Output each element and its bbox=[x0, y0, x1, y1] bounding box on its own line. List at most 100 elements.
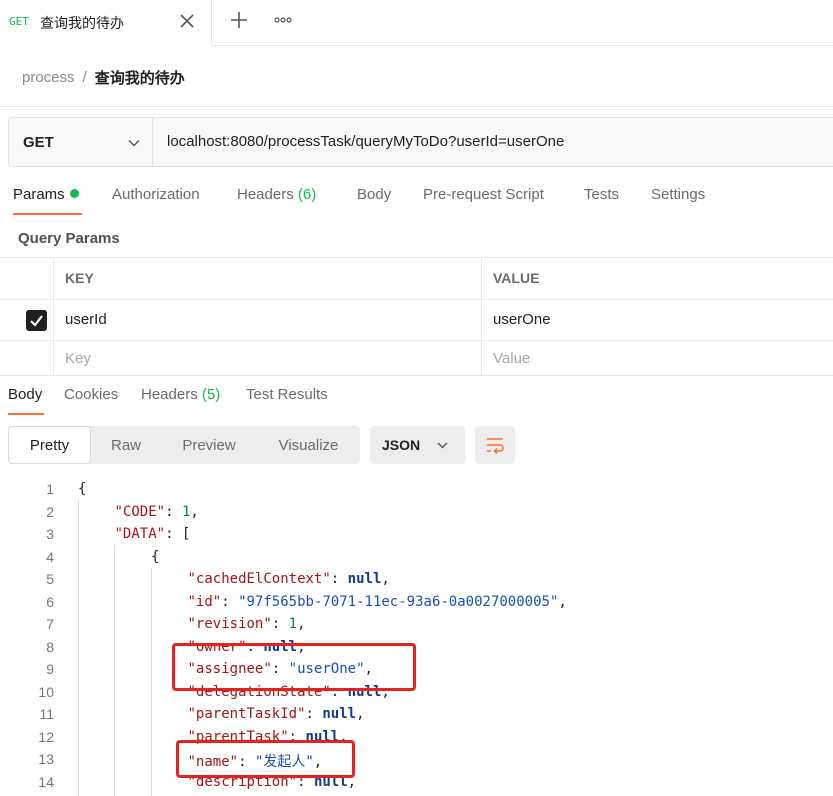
code-text: "cachedElContext": null, bbox=[188, 571, 390, 587]
code-token: "97f565bb-7071-11ec-93a6-0a0027000005" bbox=[238, 593, 559, 610]
request-tab-name: 查询我的待办 bbox=[40, 15, 124, 31]
code-line: 5 "cachedElContext": null, bbox=[0, 571, 833, 594]
response-active-tab-indicator bbox=[8, 413, 44, 415]
code-token: : bbox=[271, 616, 289, 632]
code-token: null bbox=[322, 706, 357, 722]
view-mode-group: Pretty Raw Preview Visualize bbox=[8, 426, 360, 464]
response-tab-test-results[interactable]: Test Results bbox=[246, 386, 328, 403]
code-line: 9 "assignee": "userOne", bbox=[0, 661, 833, 684]
table-row-empty: Key Value bbox=[0, 340, 833, 376]
code-text: "DATA": [ bbox=[115, 526, 191, 542]
tab-headers[interactable]: Headers (6) bbox=[237, 186, 316, 203]
code-token: 1 bbox=[288, 616, 298, 632]
http-method-select[interactable]: GET bbox=[9, 118, 153, 166]
code-token: { bbox=[78, 481, 87, 497]
url-input[interactable]: localhost:8080/processTask/queryMyToDo?u… bbox=[167, 133, 564, 150]
code-line: 14 "description": null, bbox=[0, 774, 833, 796]
code-line: 8 "owner": null, bbox=[0, 639, 833, 662]
wrap-lines-button[interactable] bbox=[475, 426, 515, 464]
line-number: 13 bbox=[38, 751, 54, 767]
param-key[interactable]: userId bbox=[65, 311, 107, 328]
response-tab-headers-label: Headers bbox=[141, 386, 198, 403]
code-token: "cachedElContext" bbox=[187, 571, 331, 587]
code-text: { bbox=[78, 481, 86, 497]
column-header-key: KEY bbox=[65, 270, 94, 286]
tab-pre-request-script[interactable]: Pre-request Script bbox=[423, 186, 544, 203]
code-token: : bbox=[305, 706, 323, 722]
code-token: "id" bbox=[187, 593, 222, 610]
view-preview-button[interactable]: Preview bbox=[161, 426, 257, 464]
view-raw-button[interactable]: Raw bbox=[91, 426, 161, 464]
highlight-box-name bbox=[176, 740, 355, 778]
breadcrumb-request-name[interactable]: 查询我的待办 bbox=[95, 67, 185, 88]
query-params-table: KEY VALUE userId userOne Key Value bbox=[0, 257, 833, 376]
code-token: "CODE" bbox=[114, 503, 166, 520]
request-tab-method: GET bbox=[9, 15, 29, 28]
code-line: 11 "parentTaskId": null, bbox=[0, 706, 833, 729]
code-token: : [ bbox=[165, 526, 191, 542]
language-select[interactable]: JSON bbox=[370, 426, 465, 464]
tab-params[interactable]: Params bbox=[13, 186, 79, 203]
code-line: 1{ bbox=[0, 481, 833, 504]
code-token: , bbox=[558, 593, 567, 610]
request-tab[interactable]: GET 查询我的待办 bbox=[0, 0, 212, 46]
url-bar: GET localhost:8080/processTask/queryMyTo… bbox=[8, 117, 833, 167]
breadcrumb: process / 查询我的待办 bbox=[22, 66, 185, 88]
line-number: 4 bbox=[46, 548, 54, 565]
chevron-down-icon bbox=[128, 139, 140, 147]
code-token: null bbox=[347, 571, 382, 587]
response-body-code[interactable]: 1{2 "CODE": 1, 3 "DATA": [4{5 "cachedElConte… bbox=[0, 478, 833, 796]
tab-headers-count: (6) bbox=[297, 186, 317, 203]
tab-headers-label: Headers bbox=[237, 186, 294, 203]
new-tab-plus-icon[interactable] bbox=[228, 9, 250, 31]
response-tab-headers[interactable]: Headers (5) bbox=[141, 386, 220, 403]
highlight-box-assignee bbox=[172, 643, 416, 691]
code-text: "revision": 1, bbox=[188, 616, 306, 632]
code-token: : bbox=[330, 571, 348, 587]
line-number: 12 bbox=[38, 728, 54, 745]
more-options-icon[interactable] bbox=[272, 11, 296, 29]
code-text: "CODE": 1, bbox=[115, 504, 199, 520]
line-number: 6 bbox=[46, 593, 54, 610]
breadcrumb-collection[interactable]: process bbox=[22, 69, 75, 86]
code-line: 10 "delegationState": null, bbox=[0, 684, 833, 707]
view-pretty-button[interactable]: Pretty bbox=[8, 426, 91, 464]
code-token: : bbox=[221, 593, 239, 610]
divider bbox=[0, 106, 833, 107]
query-params-title: Query Params bbox=[18, 230, 120, 247]
param-enabled-checkbox[interactable] bbox=[26, 310, 47, 331]
view-visualize-button[interactable]: Visualize bbox=[257, 426, 360, 464]
response-tab-headers-count: (5) bbox=[201, 386, 221, 403]
response-tab-body[interactable]: Body bbox=[8, 386, 42, 403]
params-active-dot bbox=[69, 189, 79, 198]
tab-authorization[interactable]: Authorization bbox=[112, 186, 200, 203]
param-value-placeholder[interactable]: Value bbox=[493, 350, 530, 367]
param-key-placeholder[interactable]: Key bbox=[65, 350, 91, 367]
http-method-label: GET bbox=[23, 134, 54, 151]
response-tab-cookies[interactable]: Cookies bbox=[64, 386, 118, 403]
code-line: 6 "id": "97f565bb-7071-11ec-93a6-0a002700… bbox=[0, 594, 833, 617]
close-icon[interactable] bbox=[178, 12, 196, 30]
code-token: "DATA" bbox=[114, 526, 166, 542]
code-line: 3 "DATA": [ bbox=[0, 526, 833, 549]
code-token: : bbox=[165, 503, 182, 520]
column-header-value: VALUE bbox=[493, 270, 540, 286]
tab-body[interactable]: Body bbox=[357, 186, 391, 203]
code-line: 4{ bbox=[0, 549, 833, 572]
line-number: 7 bbox=[46, 616, 54, 632]
param-value[interactable]: userOne bbox=[493, 311, 551, 328]
tab-strip: GET 查询我的待办 bbox=[0, 0, 833, 46]
code-line: 2 "CODE": 1, bbox=[0, 504, 833, 527]
wrap-lines-icon bbox=[487, 438, 504, 454]
line-number: 14 bbox=[38, 773, 54, 790]
line-number: 10 bbox=[38, 683, 54, 700]
code-token: , bbox=[356, 706, 365, 722]
code-token: "revision" bbox=[187, 616, 272, 632]
indent-guide bbox=[151, 568, 152, 796]
tab-tests[interactable]: Tests bbox=[584, 186, 619, 203]
line-number: 8 bbox=[46, 638, 54, 655]
tab-settings[interactable]: Settings bbox=[651, 186, 705, 203]
line-number: 1 bbox=[46, 481, 54, 497]
line-number: 9 bbox=[46, 661, 54, 677]
code-token: , bbox=[190, 503, 199, 520]
